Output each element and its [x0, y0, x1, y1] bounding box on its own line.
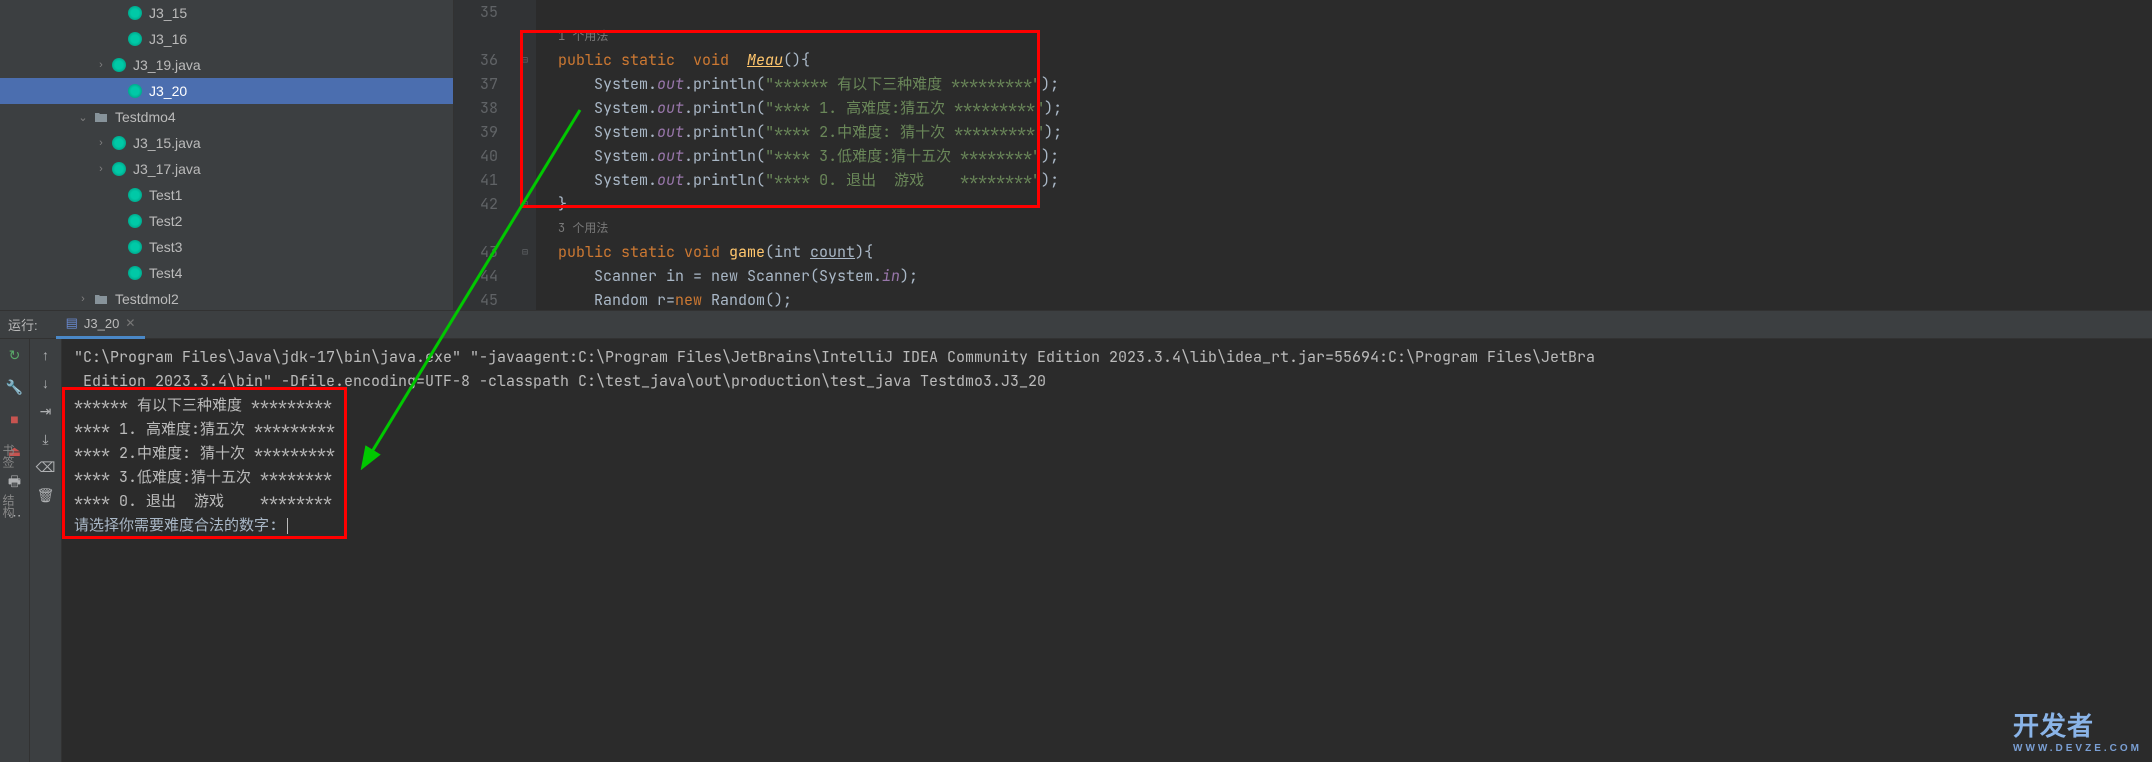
tree-item[interactable]: › J3_15.java: [0, 130, 453, 156]
chevron-icon[interactable]: ›: [94, 137, 108, 149]
main-area: J3_15 J3_16 › J3_19.java J3_20 ⌄ Testdmo4 › J3_1…: [0, 0, 2152, 310]
tree-item[interactable]: Test1: [0, 182, 453, 208]
line-number: [454, 216, 498, 240]
fold-marker[interactable]: ⊟: [514, 240, 536, 264]
run-header: 运行: ▤ J3_20 ✕: [0, 311, 2152, 339]
tree-item-label: Test2: [149, 213, 182, 229]
folder-icon: [92, 290, 110, 308]
clear-icon[interactable]: ⌫: [36, 457, 56, 477]
up-icon[interactable]: ↑: [36, 345, 56, 365]
fold-column[interactable]: ⊟ ⊟ ⊟: [514, 0, 536, 310]
tree-item-label: J3_16: [149, 31, 187, 47]
tree-item-label: Testdmol2: [115, 291, 179, 307]
console-line: "C:\Program Files\Java\jdk-17\bin\java.e…: [74, 345, 2152, 369]
tree-item[interactable]: Test3: [0, 234, 453, 260]
tree-item[interactable]: › J3_17.java: [0, 156, 453, 182]
run-label: 运行:: [8, 315, 38, 334]
side-tab-bookmarks[interactable]: 书签: [0, 440, 17, 472]
tree-item-label: Test1: [149, 187, 182, 203]
tree-item-label: J3_15: [149, 5, 187, 21]
rerun-icon[interactable]: ↻: [5, 345, 25, 365]
fold-marker[interactable]: ⊟: [514, 192, 536, 216]
line-number: 36: [454, 48, 498, 72]
stop-icon[interactable]: ■: [5, 409, 25, 429]
run-body: ↻ 🔧 ■ ⏏ 🖶 ⋯ ↑ ↓ ⇥ ⤓ ⌫ 🗑 "C:\Program File…: [0, 339, 2152, 762]
tree-item-label: Testdmo4: [115, 109, 176, 125]
wrap-icon[interactable]: ⇥: [36, 401, 56, 421]
tree-item-label: Test4: [149, 265, 182, 281]
java-icon: [126, 30, 144, 48]
code-body[interactable]: 1 个用法 public static void Meau(){ System.…: [536, 0, 2152, 310]
java-icon: [126, 4, 144, 22]
console-line: Edition 2023.3.4\bin" -Dfile.encoding=UT…: [74, 369, 2152, 393]
tree-item[interactable]: ⌄ Testdmo4: [0, 104, 453, 130]
tree-item[interactable]: J3_15: [0, 0, 453, 26]
java-icon: [126, 82, 144, 100]
console-line: **** 0. 退出 游戏 ********: [74, 489, 2152, 513]
console-input[interactable]: 请选择你需要难度合法的数字:: [74, 513, 2152, 537]
java-icon: [126, 212, 144, 230]
project-tree[interactable]: J3_15 J3_16 › J3_19.java J3_20 ⌄ Testdmo4 › J3_1…: [0, 0, 454, 310]
tree-item-label: J3_15.java: [133, 135, 201, 151]
tree-item[interactable]: › J3_19.java: [0, 52, 453, 78]
tree-item[interactable]: J3_16: [0, 26, 453, 52]
run-toolbar-left: ↻ 🔧 ■ ⏏ 🖶 ⋯: [0, 339, 30, 762]
java-icon: [110, 56, 128, 74]
gutter: 35 36373839404142 434445: [454, 0, 514, 310]
java-icon: [126, 186, 144, 204]
line-number: 42: [454, 192, 498, 216]
run-toolbar-left2: ↑ ↓ ⇥ ⤓ ⌫ 🗑: [30, 339, 62, 762]
line-number: 39: [454, 120, 498, 144]
java-icon: [126, 264, 144, 282]
run-tab[interactable]: ▤ J3_20 ✕: [56, 311, 146, 339]
watermark: 开发者 WWW.DEVZE.COM: [2013, 706, 2142, 754]
console-line: **** 2.中难度: 猜十次 *********: [74, 441, 2152, 465]
line-number: 41: [454, 168, 498, 192]
tree-item-label: Test3: [149, 239, 182, 255]
line-number: 38: [454, 96, 498, 120]
usage-hint[interactable]: 1 个用法: [558, 24, 2152, 48]
close-icon[interactable]: ✕: [125, 316, 135, 330]
side-tab-structure[interactable]: 结构: [0, 490, 17, 522]
line-number: 35: [454, 0, 498, 24]
fold-marker[interactable]: ⊟: [514, 48, 536, 72]
chevron-icon[interactable]: ›: [94, 59, 108, 71]
line-number: 45: [454, 288, 498, 312]
tree-item-label: J3_17.java: [133, 161, 201, 177]
tree-item-label: J3_19.java: [133, 57, 201, 73]
usage-hint[interactable]: 3 个用法: [558, 216, 2152, 240]
java-icon: [110, 134, 128, 152]
tree-item[interactable]: J3_20: [0, 78, 453, 104]
console-line: **** 1. 高难度:猜五次 *********: [74, 417, 2152, 441]
tree-item[interactable]: › Testdmol2: [0, 286, 453, 310]
tree-item[interactable]: Test2: [0, 208, 453, 234]
tree-item-label: J3_20: [149, 83, 187, 99]
run-panel: 运行: ▤ J3_20 ✕ ↻ 🔧 ■ ⏏ 🖶 ⋯ ↑ ↓ ⇥ ⤓ ⌫ 🗑 "C…: [0, 310, 2152, 762]
java-icon: [110, 160, 128, 178]
tree-item[interactable]: Test4: [0, 260, 453, 286]
scroll-icon[interactable]: ⤓: [36, 429, 56, 449]
wrench-icon[interactable]: 🔧: [5, 377, 25, 397]
console-line: **** 3.低难度:猜十五次 ********: [74, 465, 2152, 489]
chevron-icon[interactable]: ›: [94, 163, 108, 175]
line-number: 40: [454, 144, 498, 168]
line-number: 44: [454, 264, 498, 288]
folder-icon: [92, 108, 110, 126]
chevron-icon[interactable]: ›: [76, 293, 90, 305]
line-number: 37: [454, 72, 498, 96]
run-tab-icon: ▤: [66, 315, 78, 331]
line-number: [454, 24, 498, 48]
trash-icon[interactable]: 🗑: [36, 485, 56, 505]
editor[interactable]: 35 36373839404142 434445 ⊟ ⊟ ⊟ 1 个用法 publi…: [454, 0, 2152, 310]
down-icon[interactable]: ↓: [36, 373, 56, 393]
console-line: ****** 有以下三种难度 *********: [74, 393, 2152, 417]
method-meau[interactable]: Meau: [747, 50, 783, 70]
java-icon: [126, 238, 144, 256]
console-output[interactable]: "C:\Program Files\Java\jdk-17\bin\java.e…: [62, 339, 2152, 762]
chevron-icon[interactable]: ⌄: [76, 111, 90, 124]
line-number: 43: [454, 240, 498, 264]
